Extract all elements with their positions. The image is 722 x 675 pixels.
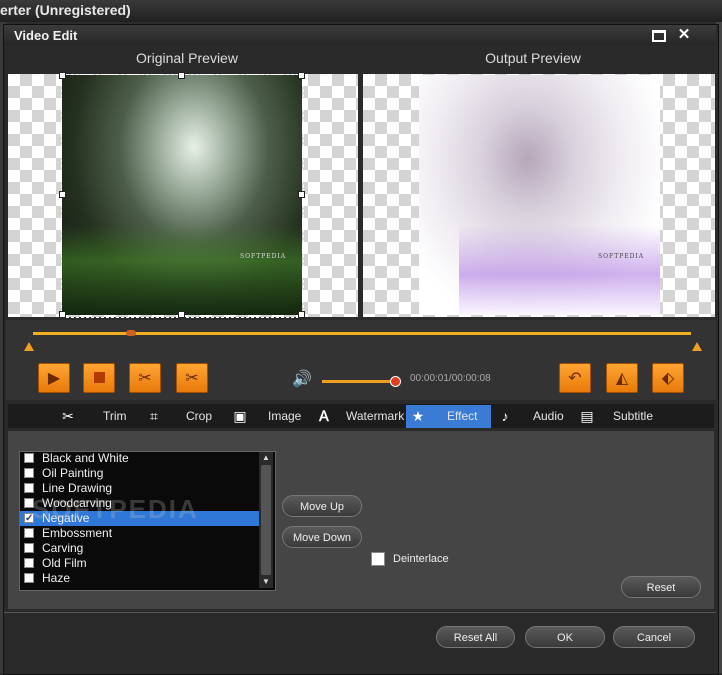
effect-item[interactable]: Embossment [20,526,259,541]
softpedia-watermark: SOFTPEDIA [32,494,199,524]
volume-slider[interactable] [322,380,397,383]
watermark-icon: Ａ [317,408,331,424]
effect-item[interactable]: Carving [20,541,259,556]
flip-vertical-button[interactable]: ⬖ [652,363,684,393]
maximize-icon [652,30,666,42]
original-preview-label: Original Preview [136,50,238,66]
crop-handle[interactable] [298,311,305,318]
crop-handle[interactable] [59,311,66,318]
effect-item[interactable]: Haze [20,571,259,586]
rotate-button[interactable]: ↶ [559,363,591,393]
tab-effect[interactable]: ★ Effect [406,405,491,428]
stop-icon [93,371,105,383]
tab-subtitle[interactable]: ▤ Subtitle [577,405,662,428]
play-button[interactable]: ▶ [38,363,70,393]
trim-start-marker[interactable] [24,342,34,351]
star-icon: ★ [411,408,425,424]
close-icon: ✕ [677,26,691,43]
scroll-up-arrow-icon[interactable]: ▲ [260,452,272,464]
tab-trim[interactable]: ✂ Trim [56,405,136,428]
dialog-title: Video Edit [14,28,78,43]
close-button[interactable]: ✕ [673,27,695,43]
timeline-playhead[interactable] [126,330,136,336]
crop-handle[interactable] [59,72,66,79]
deinterlace-label: Deinterlace [393,553,449,565]
tab-watermark[interactable]: Ａ Watermark [314,405,404,428]
effect-item[interactable]: Oil Painting [20,466,259,481]
move-down-button[interactable]: Move Down [282,526,362,548]
crop-handle[interactable] [178,72,185,79]
ok-button[interactable]: OK [525,626,605,648]
subtitle-icon: ▤ [580,408,594,424]
crop-frame[interactable] [61,74,304,318]
rotate-icon: ↶ [568,370,582,387]
play-icon: ▶ [47,370,61,387]
crop-icon: ⌗ [150,408,158,424]
output-preview-label: Output Preview [485,50,581,66]
tab-image[interactable]: ▣ Image [228,405,308,428]
scrollbar-thumb[interactable] [261,465,271,575]
flip-vertical-icon: ⬖ [661,370,675,387]
app-title: erter (Unregistered) [0,2,131,18]
deinterlace-checkbox[interactable] [371,552,385,566]
move-up-button[interactable]: Move Up [282,495,362,517]
volume-icon[interactable]: 🔊 [292,369,314,388]
effect-checkbox[interactable] [24,543,34,553]
tab-crop[interactable]: ⌗ Crop [144,405,224,428]
scissors-icon: ✂ [138,370,152,387]
crop-handle[interactable] [298,72,305,79]
volume-slider-knob[interactable] [390,376,401,387]
split-scissors-icon: ✂ [185,370,199,387]
scissors-icon: ✂ [62,408,74,424]
reset-all-button[interactable]: Reset All [436,626,515,648]
tab-audio[interactable]: ♪ Audio [493,405,573,428]
cancel-button[interactable]: Cancel [613,626,695,648]
music-note-icon: ♪ [501,408,509,424]
effect-checkbox[interactable] [24,573,34,583]
time-display: 00:00:01/00:00:08 [410,373,491,384]
crop-handle[interactable] [298,191,305,198]
cut-button[interactable]: ✂ [129,363,161,393]
maximize-button[interactable] [648,27,670,43]
effect-checkbox[interactable] [24,558,34,568]
crop-handle[interactable] [178,311,185,318]
effect-item[interactable]: Old Film [20,556,259,571]
effect-item[interactable]: Black and White [20,451,259,466]
flip-horizontal-icon: ◭ [615,370,629,387]
dialog-footer [4,612,716,674]
stop-button[interactable] [83,363,115,393]
effect-checkbox[interactable] [24,483,34,493]
scroll-down-arrow-icon[interactable]: ▼ [260,576,272,588]
effect-checkbox[interactable] [24,468,34,478]
image-icon: ▣ [233,408,247,424]
dialog-titlebar [4,25,716,45]
flip-horizontal-button[interactable]: ◭ [606,363,638,393]
crop-handle[interactable] [59,191,66,198]
output-preview-image [419,75,660,315]
trim-end-marker[interactable] [692,342,702,351]
effect-checkbox[interactable] [24,528,34,538]
preview-watermark: SOFTPEDIA [598,253,645,260]
reset-button[interactable]: Reset [621,576,701,598]
effect-checkbox[interactable] [24,453,34,463]
split-button[interactable]: ✂ [176,363,208,393]
